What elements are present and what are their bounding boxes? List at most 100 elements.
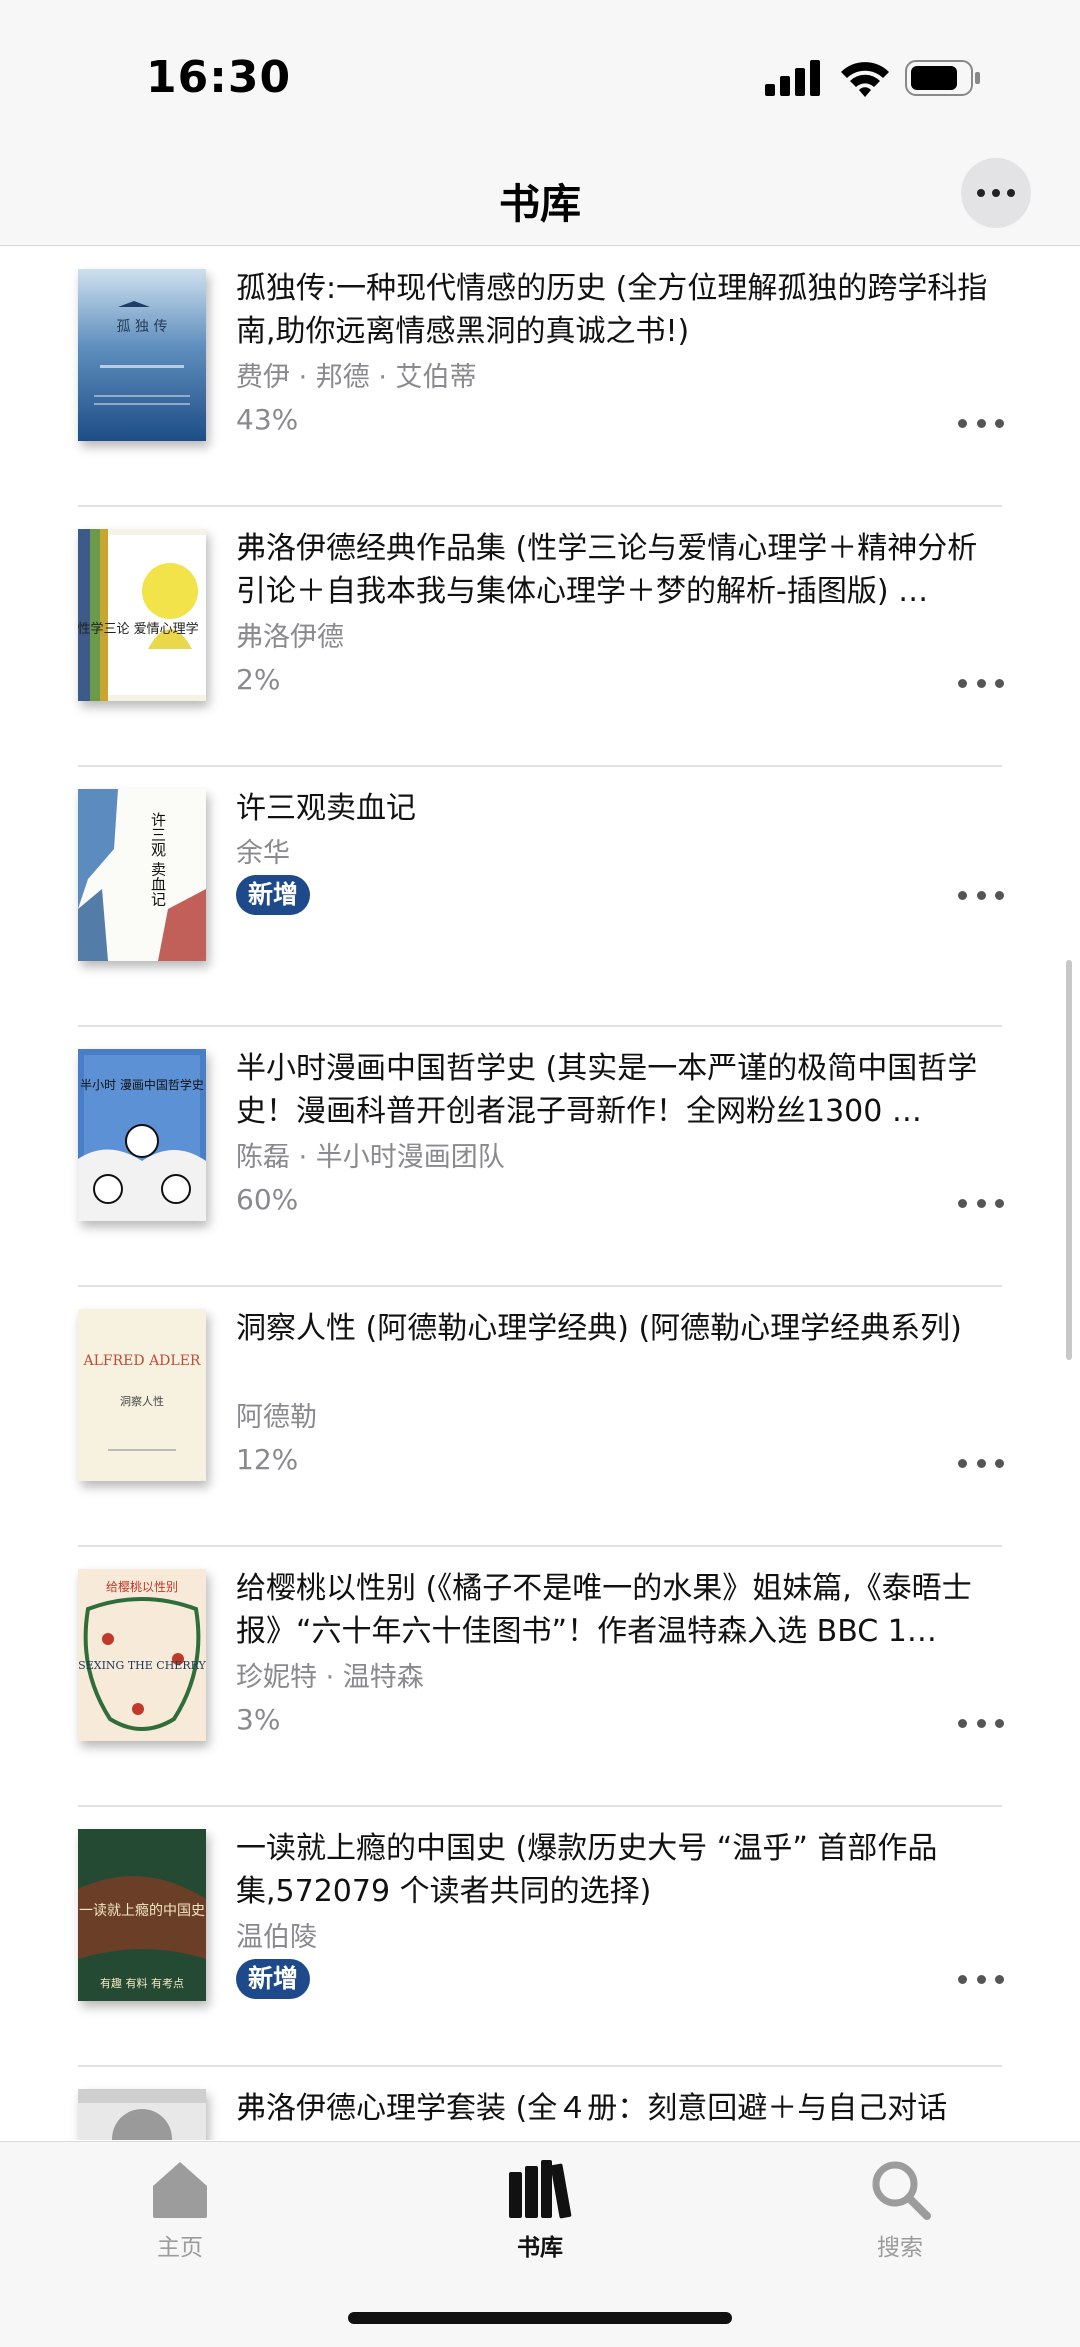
book-cover[interactable]: 半小时 漫画中国哲学史 <box>78 1049 206 1221</box>
cover-freud-set-image <box>78 2089 206 2140</box>
cellular-signal-icon <box>765 60 820 96</box>
ellipsis-icon <box>958 678 967 688</box>
reading-progress: 3% <box>236 1703 281 1736</box>
search-icon <box>872 2161 931 2220</box>
tab-library[interactable]: 书库 <box>460 2156 620 2276</box>
svg-text:有趣 有料 有考点: 有趣 有料 有考点 <box>100 1976 184 1990</box>
ellipsis-dot <box>976 678 986 688</box>
book-more-button[interactable] <box>958 1969 1004 1989</box>
book-more-button[interactable] <box>958 885 1004 905</box>
book-title[interactable]: 弗洛伊德心理学套装 (全４册：刻意回避＋与自己对话 <box>236 2087 996 2130</box>
battery-icon <box>905 60 980 96</box>
tab-search[interactable]: 搜索 <box>820 2156 980 2276</box>
reading-progress: 60% <box>236 1183 299 1216</box>
book-title[interactable]: 许三观卖血记 <box>236 787 996 830</box>
ellipsis-dot <box>976 1458 986 1468</box>
ellipsis-dot <box>995 1458 1004 1468</box>
book-item[interactable]: 弗洛伊德心理学套装 (全４册：刻意回避＋与自己对话 <box>0 2067 1080 2140</box>
home-icon <box>153 2162 207 2218</box>
book-cover[interactable]: 孤 独 传 <box>78 269 206 441</box>
book-more-button[interactable] <box>958 1453 1004 1473</box>
svg-text:许三观 卖血记: 许三观 卖血记 <box>149 812 167 907</box>
new-badge: 新增 <box>236 1959 311 1999</box>
book-title[interactable]: 半小时漫画中国哲学史 (其实是一本严谨的极简中国哲学史！漫画科普开创者混子哥新作… <box>236 1047 996 1133</box>
book-author: 珍妮特 · 温特森 <box>236 1662 424 1693</box>
tab-label: 主页 <box>157 2235 203 2261</box>
book-item[interactable]: 性学三论 爱情心理学 弗洛伊德经典作品集 (性学三论与爱情心理学＋精神分析引论＋… <box>0 507 1080 767</box>
reading-progress: 2% <box>236 663 281 696</box>
book-list[interactable]: 孤 独 传 孤独传:一种现代情感的历史 (全方位理解孤独的跨学科指南,助你远离情… <box>0 247 1080 2140</box>
tab-home[interactable]: 主页 <box>100 2156 260 2276</box>
book-more-button[interactable] <box>958 413 1004 433</box>
book-item[interactable]: 一读就上瘾的中国史 有趣 有料 有考点 一读就上瘾的中国史 (爆款历史大号 “温… <box>0 1807 1080 2067</box>
ellipsis-dot <box>976 1718 986 1728</box>
tab-label: 书库 <box>517 2235 563 2261</box>
cover-loneliness-image: 孤 独 传 <box>78 269 206 441</box>
reading-progress: 12% <box>236 1443 299 1476</box>
ellipsis-dot <box>1007 189 1015 197</box>
book-cover[interactable]: 给樱桃以性别 SEXING THE CHERRY <box>78 1569 206 1741</box>
ellipsis-dot <box>995 1974 1004 1984</box>
book-cover[interactable]: ALFRED ADLER 洞察人性 <box>78 1309 206 1481</box>
book-cover[interactable] <box>78 2089 206 2140</box>
tab-label: 搜索 <box>877 2235 923 2261</box>
ellipsis-icon <box>958 1198 967 1208</box>
page-title: 书库 <box>499 180 581 228</box>
ellipsis-icon <box>958 890 967 900</box>
book-more-button[interactable] <box>958 673 1004 693</box>
svg-text:孤 独 传: 孤 独 传 <box>117 319 168 335</box>
library-icon <box>509 2160 572 2219</box>
book-title[interactable]: 给樱桃以性别 (《橘子不是唯一的水果》姐妹篇,《泰晤士报》“六十年六十佳图书”！… <box>236 1567 996 1653</box>
home-indicator[interactable] <box>348 2312 732 2324</box>
reading-progress: 43% <box>236 403 299 436</box>
ellipsis-dot <box>976 1198 986 1208</box>
ellipsis-icon <box>958 1458 967 1468</box>
book-item[interactable]: 给樱桃以性别 SEXING THE CHERRY 给樱桃以性别 (《橘子不是唯一… <box>0 1547 1080 1807</box>
svg-text:ALFRED ADLER: ALFRED ADLER <box>83 1353 201 1369</box>
svg-text:给樱桃以性别: 给樱桃以性别 <box>106 1579 178 1594</box>
status-time: 16:30 <box>146 52 292 103</box>
new-badge: 新增 <box>236 875 311 915</box>
book-title[interactable]: 洞察人性 (阿德勒心理学经典) (阿德勒心理学经典系列) <box>236 1307 996 1350</box>
ellipsis-dot <box>976 890 986 900</box>
ellipsis-icon <box>977 189 985 197</box>
ellipsis-dot <box>995 890 1004 900</box>
book-item[interactable]: 许三观 卖血记 许三观卖血记 余华 新增 <box>0 767 1080 1027</box>
svg-text:半小时 漫画中国哲学史: 半小时 漫画中国哲学史 <box>80 1077 204 1092</box>
cover-sexing-the-cherry-image: 给樱桃以性别 SEXING THE CHERRY <box>78 1569 206 1741</box>
svg-text:SEXING THE CHERRY: SEXING THE CHERRY <box>78 1659 206 1672</box>
book-title[interactable]: 弗洛伊德经典作品集 (性学三论与爱情心理学＋精神分析引论＋自我本我与集体心理学＋… <box>236 527 996 613</box>
book-author: 温伯陵 <box>236 1922 317 1953</box>
ellipsis-dot <box>995 418 1004 428</box>
cover-chinese-history-image: 一读就上瘾的中国史 有趣 有料 有考点 <box>78 1829 206 2001</box>
book-item[interactable]: 半小时 漫画中国哲学史 半小时漫画中国哲学史 (其实是一本严谨的极简中国哲学史！… <box>0 1027 1080 1287</box>
book-title[interactable]: 一读就上瘾的中国史 (爆款历史大号 “温乎” 首部作品集,572079 个读者共… <box>236 1827 996 1913</box>
book-author: 陈磊 · 半小时漫画团队 <box>236 1142 505 1173</box>
ellipsis-dot <box>992 189 1000 197</box>
book-item[interactable]: ALFRED ADLER 洞察人性 洞察人性 (阿德勒心理学经典) (阿德勒心理… <box>0 1287 1080 1547</box>
ellipsis-icon <box>958 1718 967 1728</box>
cover-philosophy-comic-image: 半小时 漫画中国哲学史 <box>78 1049 206 1221</box>
ellipsis-dot <box>995 1198 1004 1208</box>
book-title[interactable]: 孤独传:一种现代情感的历史 (全方位理解孤独的跨学科指南,助你远离情感黑洞的真诚… <box>236 267 996 353</box>
book-cover[interactable]: 一读就上瘾的中国史 有趣 有料 有考点 <box>78 1829 206 2001</box>
book-cover[interactable]: 性学三论 爱情心理学 <box>78 529 206 701</box>
book-author: 余华 <box>236 838 290 869</box>
ellipsis-dot <box>995 1718 1004 1728</box>
book-author: 弗洛伊德 <box>236 622 344 653</box>
ellipsis-icon <box>958 1974 967 1984</box>
book-more-button[interactable] <box>958 1193 1004 1213</box>
book-item[interactable]: 孤 独 传 孤独传:一种现代情感的历史 (全方位理解孤独的跨学科指南,助你远离情… <box>0 247 1080 507</box>
more-options-button[interactable] <box>961 158 1031 228</box>
book-author: 阿德勒 <box>236 1402 317 1433</box>
svg-text:洞察人性: 洞察人性 <box>120 1394 164 1408</box>
cover-xu-sanguan-image: 许三观 卖血记 <box>78 789 206 961</box>
book-more-button[interactable] <box>958 1713 1004 1733</box>
navigation-bar: 书库 <box>0 150 1080 246</box>
book-cover[interactable]: 许三观 卖血记 <box>78 789 206 961</box>
ellipsis-dot <box>976 1974 986 1984</box>
status-bar: 16:30 <box>0 0 1080 150</box>
ellipsis-icon <box>958 418 967 428</box>
scroll-indicator[interactable] <box>1066 960 1072 1360</box>
ellipsis-dot <box>976 418 986 428</box>
